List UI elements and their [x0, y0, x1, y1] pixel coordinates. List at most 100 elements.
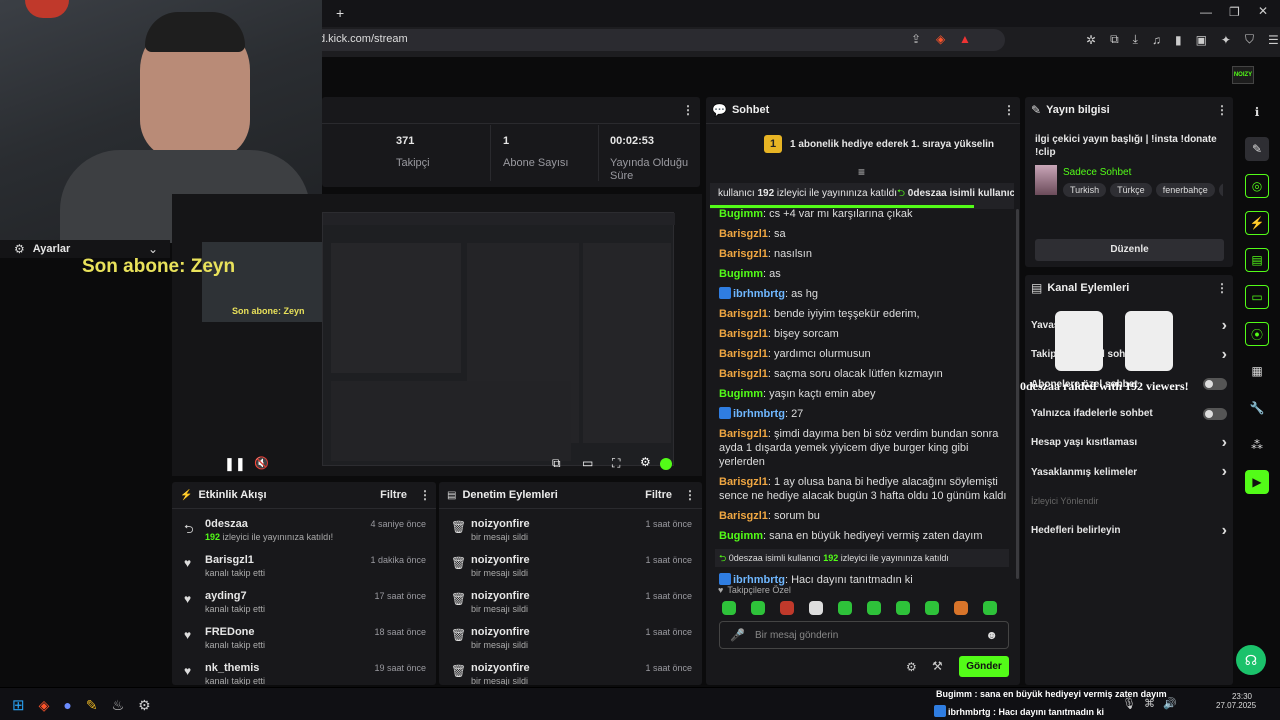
files-app-icon[interactable]: ✎	[86, 697, 98, 714]
clock[interactable]: 23:30 27.07.2025	[1216, 692, 1256, 710]
channel-action-item[interactable]: Yalnızca ifadelerle sohbet	[1031, 399, 1227, 428]
stream-preview[interactable]: Son abone: Zeyn ❚❚ 🔇 ⧉ ▭ ⛶ ⚙	[172, 194, 702, 476]
tray-volume-icon[interactable]: 🔊	[1163, 697, 1177, 710]
mute-icon[interactable]: 🔇	[254, 456, 269, 470]
emote[interactable]	[954, 601, 968, 615]
channel-action-item[interactable]: Hedefleri belirleyin ›	[1031, 516, 1227, 545]
kick-app-icon[interactable]: ▶	[1245, 470, 1269, 494]
activity-menu-button[interactable]: ⋮	[419, 488, 431, 502]
chat-menu-button[interactable]: ⋮	[1003, 103, 1015, 117]
music-icon[interactable]: ♫	[1152, 33, 1161, 47]
download-icon[interactable]: ⤓	[1133, 32, 1138, 47]
leo-icon[interactable]: ✦	[1221, 33, 1231, 47]
chat-icon[interactable]: ▭	[1245, 285, 1269, 309]
chat-username[interactable]: Barisgzl1	[719, 476, 768, 488]
fullscreen-icon[interactable]: ⛶	[612, 456, 620, 471]
windows-start-icon[interactable]: ⊞	[12, 696, 25, 714]
emote[interactable]	[838, 601, 852, 615]
emote[interactable]	[780, 601, 794, 615]
chat-username[interactable]: Bugimm	[719, 268, 763, 280]
steam-app-icon[interactable]: ♨	[112, 697, 125, 714]
pinned-sub-goal[interactable]: 1 1 abonelik hediye ederek 1. sıraya yük…	[764, 135, 994, 153]
document-icon[interactable]: ▤	[1245, 248, 1269, 272]
obs-app-icon[interactable]: ●	[63, 697, 71, 713]
info-icon[interactable]: ℹ	[1245, 100, 1269, 124]
emote[interactable]	[896, 601, 910, 615]
chat-username[interactable]: Barisgzl1	[719, 308, 768, 320]
sidebar-icon[interactable]: ▮	[1175, 33, 1182, 47]
share-nodes-icon[interactable]: ⁂	[1245, 433, 1269, 457]
chat-username[interactable]: ibrhmbrtg	[733, 408, 785, 420]
chat-username[interactable]: Barisgzl1	[719, 428, 768, 440]
wrench-icon[interactable]: 🔧	[1245, 396, 1269, 420]
pip-icon[interactable]: ⧉	[552, 456, 561, 471]
chat-username[interactable]: Barisgzl1	[719, 510, 768, 522]
chat-username[interactable]: Bugimm	[719, 388, 763, 400]
brave-shield-icon[interactable]: ◈	[936, 32, 945, 46]
chevron-down-icon[interactable]: ⌄	[148, 242, 158, 256]
expand-icon[interactable]: ≡	[858, 165, 865, 179]
broadcast-icon[interactable]: ⦿	[1245, 322, 1269, 346]
tray-network-icon[interactable]: ⌘	[1144, 697, 1155, 710]
layout-icon[interactable]: ▦	[1245, 359, 1269, 383]
maximize-icon[interactable]: ❐	[1229, 5, 1240, 19]
screenshot-icon[interactable]: ⧉	[1110, 32, 1119, 47]
activity-filter-button[interactable]: Filtre	[380, 489, 407, 501]
settings-app-icon[interactable]: ⚙	[138, 697, 151, 714]
chat-username[interactable]: Barisgzl1	[719, 328, 768, 340]
pause-icon[interactable]: ❚❚	[224, 456, 246, 472]
emote[interactable]	[809, 601, 823, 615]
chat-tools-icon[interactable]: ⚒	[932, 659, 943, 673]
category-name[interactable]: Sadece Sohbet	[1063, 167, 1131, 178]
chat-username[interactable]: ibrhmbrtg	[733, 288, 785, 300]
address-bar[interactable]: d.kick.com/stream ⇪ ◈ ▲	[285, 29, 1005, 51]
rewards-icon[interactable]: ▲	[959, 32, 971, 46]
emote[interactable]	[867, 601, 881, 615]
chat-username[interactable]: Barisgzl1	[719, 228, 768, 240]
chat-input[interactable]: 🎤 Bir mesaj gönderin ☻	[719, 621, 1009, 649]
theater-icon[interactable]: ▭	[582, 456, 593, 470]
send-button[interactable]: Gönder	[959, 656, 1009, 677]
vpn-icon[interactable]: ⛉	[1245, 32, 1254, 47]
channel-action-item[interactable]: Hesap yaşı kısıtlaması ›	[1031, 428, 1227, 457]
camera-icon[interactable]: ◎	[1245, 174, 1269, 198]
chat-username[interactable]: Barisgzl1	[719, 248, 768, 260]
new-tab-button[interactable]: +	[336, 5, 344, 21]
emote[interactable]	[751, 601, 765, 615]
tag[interactable]: Türkçe	[1110, 183, 1152, 197]
moderation-filter-button[interactable]: Filtre	[645, 489, 672, 501]
brave-app-icon[interactable]: ◈	[39, 697, 50, 714]
menu-icon[interactable]: ☰	[1268, 33, 1279, 47]
share-icon[interactable]: ⇪	[911, 32, 921, 46]
extensions-icon[interactable]: ✲	[1086, 33, 1096, 47]
chat-settings-icon[interactable]: ⚙	[906, 660, 917, 674]
settings-icon[interactable]: ⚙	[640, 455, 651, 469]
chat-username[interactable]: Bugimm	[719, 530, 763, 542]
tag[interactable]: Turkish	[1063, 183, 1107, 197]
emote[interactable]	[983, 601, 997, 615]
edit-icon[interactable]: ✎	[1245, 137, 1269, 161]
wallet-icon[interactable]: ▣	[1196, 33, 1207, 47]
emoji-icon[interactable]: ☻	[985, 628, 998, 642]
support-headset-icon[interactable]: ☊	[1236, 645, 1266, 675]
channel-actions-menu-button[interactable]: ⋮	[1216, 281, 1228, 295]
tag[interactable]: fenerbahçe	[1155, 183, 1215, 197]
channel-action-item[interactable]: Yasaklanmış kelimeler ›	[1031, 457, 1227, 486]
chat-scrollbar[interactable]	[1016, 209, 1019, 579]
microphone-icon[interactable]: 🎤	[730, 628, 745, 642]
emote[interactable]	[925, 601, 939, 615]
tag[interactable]: M	[1218, 183, 1223, 197]
chat-username[interactable]: Bugimm	[719, 208, 763, 220]
minimize-icon[interactable]: —	[1200, 5, 1212, 19]
toggle-switch[interactable]	[1203, 378, 1227, 391]
chat-username[interactable]: Barisgzl1	[719, 368, 768, 380]
toggle-switch[interactable]	[1203, 407, 1227, 420]
lightning-icon[interactable]: ⚡	[1245, 211, 1269, 235]
chat-username[interactable]: Barisgzl1	[719, 348, 768, 360]
edit-stream-button[interactable]: Düzenle	[1035, 239, 1224, 261]
stream-info-menu-button[interactable]: ⋮	[1216, 103, 1228, 117]
tray-mic-icon[interactable]: 🎙	[1122, 697, 1136, 710]
stats-menu-button[interactable]: ⋮	[682, 103, 694, 117]
emote[interactable]	[722, 601, 736, 615]
moderation-menu-button[interactable]: ⋮	[684, 488, 696, 502]
